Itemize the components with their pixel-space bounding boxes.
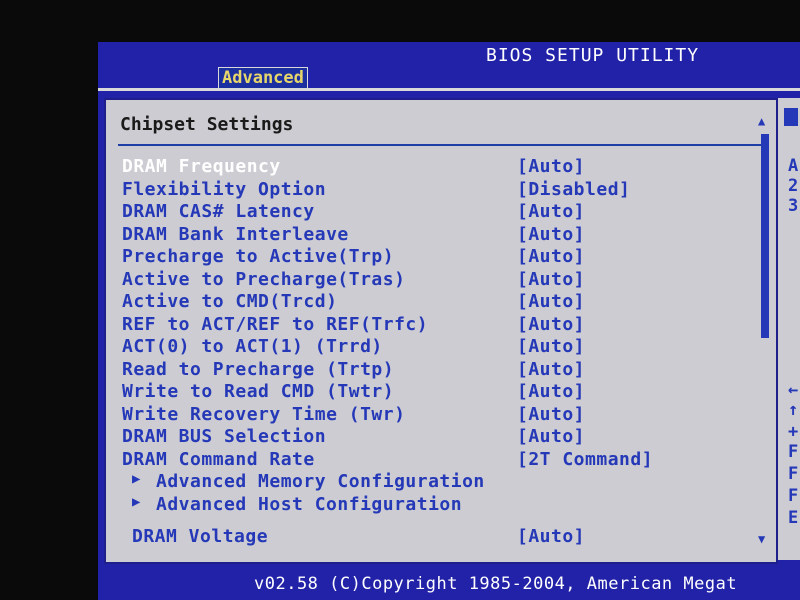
submenu-advanced-memory-configuration[interactable]: ▶ Advanced Memory Configuration (122, 471, 742, 494)
setting-value[interactable]: [Auto] (517, 269, 585, 290)
setting-label: DRAM CAS# Latency (122, 201, 315, 222)
submenu-advanced-host-configuration[interactable]: ▶ Advanced Host Configuration (122, 494, 742, 517)
setting-label: DRAM Voltage (132, 526, 269, 547)
setting-flexibility-option[interactable]: Flexibility Option [Disabled] (122, 179, 742, 202)
setting-label: Active to Precharge(Tras) (122, 268, 406, 290)
scrollbar[interactable]: ▲ ▼ (758, 114, 772, 546)
help-panel: A 2 3 ← ↑ + F F F E (778, 98, 800, 560)
setting-value[interactable]: [Auto] (517, 156, 585, 177)
setting-value[interactable]: [Auto] (517, 224, 585, 245)
setting-dram-bus-selection[interactable]: DRAM BUS Selection [Auto] (122, 426, 742, 449)
setting-write-recovery-time[interactable]: Write Recovery Time (Twr) [Auto] (122, 404, 742, 427)
bios-screen: BIOS SETUP UTILITY Advanced Chipset Sett… (98, 42, 800, 600)
copyright-text: v02.58 (C)Copyright 1985-2004, American … (254, 574, 738, 594)
footer: v02.58 (C)Copyright 1985-2004, American … (98, 570, 800, 600)
setting-dram-voltage[interactable]: DRAM Voltage [Auto] (132, 526, 752, 549)
setting-label: DRAM BUS Selection (122, 426, 327, 447)
setting-act0-to-act1[interactable]: ACT(0) to ACT(1) (Trrd) [Auto] (122, 336, 742, 359)
settings-list: DRAM Frequency [Auto] Flexibility Option… (122, 156, 742, 516)
setting-value[interactable]: [Auto] (517, 201, 585, 222)
setting-ref-to-act[interactable]: REF to ACT/REF to REF(Trfc) [Auto] (122, 314, 742, 337)
scroll-thumb[interactable] (761, 134, 769, 338)
setting-active-to-cmd[interactable]: Active to CMD(Trcd) [Auto] (122, 291, 742, 314)
submenu-arrow-icon: ▶ (132, 471, 141, 487)
help-text: E (788, 508, 799, 528)
setting-label: DRAM Frequency (122, 156, 281, 177)
setting-value[interactable]: [Disabled] (517, 179, 630, 200)
help-header-block (784, 108, 798, 126)
setting-value[interactable]: [2T Command] (517, 449, 653, 470)
scroll-down-icon[interactable]: ▼ (758, 532, 765, 546)
help-text: F (788, 486, 799, 506)
help-text: 3 (788, 196, 799, 216)
submenu-label: Advanced Host Configuration (156, 493, 463, 515)
setting-label: Flexibility Option (122, 178, 327, 200)
up-arrow-icon: ↑ (788, 400, 799, 420)
plus-icon: + (788, 422, 799, 442)
setting-label: Write Recovery Time (Twr) (122, 403, 406, 425)
setting-label: ACT(0) to ACT(1) (Trrd) (122, 336, 383, 357)
help-text: A (788, 156, 799, 176)
submenu-label: Advanced Memory Configuration (156, 471, 485, 492)
setting-value[interactable]: [Auto] (517, 426, 585, 447)
setting-value[interactable]: [Auto] (517, 246, 585, 267)
setting-label: DRAM Command Rate (122, 448, 315, 470)
title-divider (118, 144, 762, 146)
setting-label: Precharge to Active(Trp) (122, 246, 395, 267)
setting-label: REF to ACT/REF to REF(Trfc) (122, 313, 429, 335)
setting-label: Read to Precharge (Trtp) (122, 358, 395, 380)
setting-dram-frequency[interactable]: DRAM Frequency [Auto] (122, 156, 742, 179)
setting-value[interactable]: [Auto] (517, 336, 585, 357)
help-text: 2 (788, 176, 799, 196)
help-text: F (788, 442, 799, 462)
app-title: BIOS SETUP UTILITY (486, 45, 700, 66)
setting-dram-bank-interleave[interactable]: DRAM Bank Interleave [Auto] (122, 224, 742, 247)
setting-active-to-precharge[interactable]: Active to Precharge(Tras) [Auto] (122, 269, 742, 292)
setting-write-to-read-cmd[interactable]: Write to Read CMD (Twtr) [Auto] (122, 381, 742, 404)
help-text: F (788, 464, 799, 484)
setting-precharge-to-active[interactable]: Precharge to Active(Trp) [Auto] (122, 246, 742, 269)
setting-label: DRAM Bank Interleave (122, 223, 349, 245)
setting-value[interactable]: [Auto] (517, 291, 585, 312)
setting-label: Write to Read CMD (Twtr) (122, 381, 395, 402)
setting-value[interactable]: [Auto] (517, 404, 585, 425)
scroll-up-icon[interactable]: ▲ (758, 114, 765, 128)
setting-dram-command-rate[interactable]: DRAM Command Rate [2T Command] (122, 449, 742, 472)
page-title: Chipset Settings (120, 114, 294, 135)
left-arrow-icon: ← (788, 380, 799, 400)
submenu-arrow-icon: ▶ (132, 493, 141, 510)
chipset-settings-panel: Chipset Settings DRAM Frequency [Auto] F… (104, 98, 778, 564)
setting-dram-cas-latency[interactable]: DRAM CAS# Latency [Auto] (122, 201, 742, 224)
setting-value[interactable]: [Auto] (517, 314, 585, 335)
setting-value[interactable]: [Auto] (517, 381, 585, 402)
tab-bar: Advanced (98, 66, 800, 91)
tab-advanced[interactable]: Advanced (218, 67, 308, 88)
title-bar: BIOS SETUP UTILITY (98, 42, 800, 66)
setting-label: Active to CMD(Trcd) (122, 291, 338, 312)
setting-value[interactable]: [Auto] (517, 526, 585, 547)
setting-read-to-precharge[interactable]: Read to Precharge (Trtp) [Auto] (122, 359, 742, 382)
setting-value[interactable]: [Auto] (517, 359, 585, 380)
